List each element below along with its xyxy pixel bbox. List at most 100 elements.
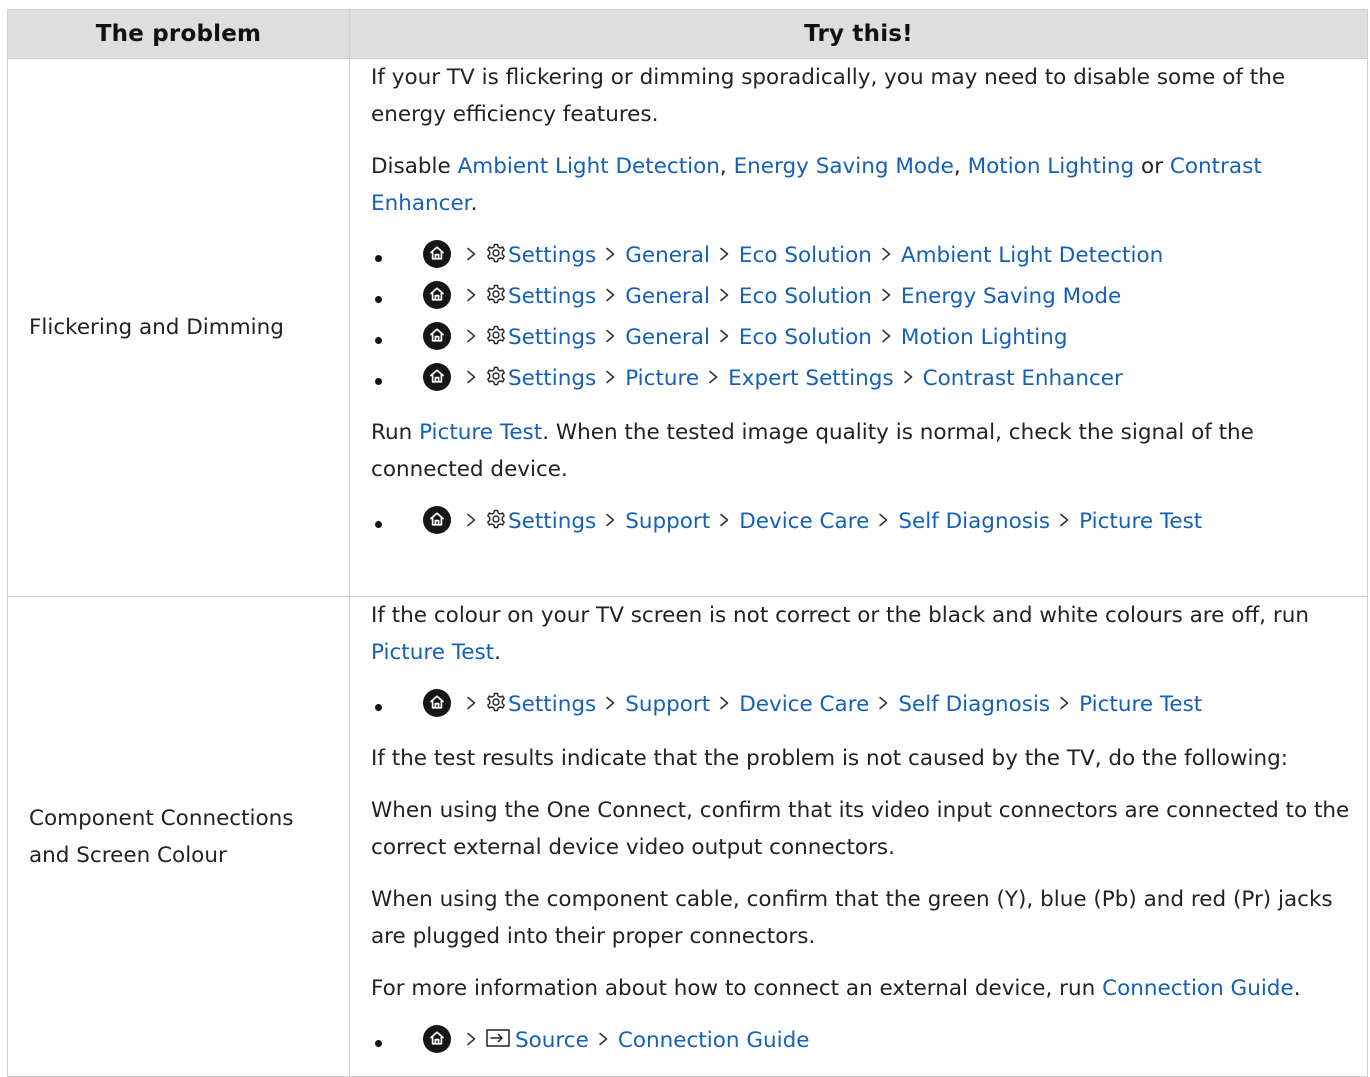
results-text: If the test results indicate that the pr… bbox=[371, 746, 1289, 771]
chevron-right-icon bbox=[881, 288, 892, 302]
solution-cell: If the colour on your TV screen is not c… bbox=[349, 596, 1368, 1077]
path-step[interactable]: Settings bbox=[508, 325, 596, 350]
settings-path: Settings Support Device Care Self Diagnosis… bbox=[371, 686, 1353, 727]
settings-path-list: Settings General Eco Solution Ambient Light… bbox=[371, 237, 1353, 401]
chevron-right-icon bbox=[881, 247, 892, 261]
chevron-right-icon bbox=[605, 370, 616, 384]
link-picture-test[interactable]: Picture Test bbox=[371, 640, 494, 665]
path-step[interactable]: Eco Solution bbox=[739, 243, 872, 268]
link-energy-saving-mode[interactable]: Energy Saving Mode bbox=[734, 154, 954, 179]
more-info-text: For more information about how to connec… bbox=[371, 976, 1301, 1001]
path-step[interactable]: Settings bbox=[508, 692, 596, 717]
run-picture-test-text: Run Picture Test. When the tested image … bbox=[371, 420, 1254, 482]
path-step[interactable]: Energy Saving Mode bbox=[901, 284, 1121, 309]
settings-path-list: Settings Support Device Care Self Diagnosis… bbox=[371, 686, 1353, 727]
path-step[interactable]: Source bbox=[515, 1028, 589, 1053]
component-cable-text: When using the component cable, confirm … bbox=[371, 887, 1333, 949]
gear-icon bbox=[486, 243, 506, 263]
link-motion-lighting[interactable]: Motion Lighting bbox=[968, 154, 1135, 179]
chevron-right-icon bbox=[1059, 696, 1070, 710]
chevron-right-icon bbox=[719, 696, 730, 710]
chevron-right-icon bbox=[719, 513, 730, 527]
path-step[interactable]: Device Care bbox=[739, 692, 869, 717]
home-icon bbox=[423, 322, 451, 350]
path-step[interactable]: General bbox=[625, 325, 710, 350]
path-step[interactable]: Settings bbox=[508, 284, 596, 309]
path-step[interactable]: Motion Lighting bbox=[901, 325, 1068, 350]
path-step[interactable]: Ambient Light Detection bbox=[901, 243, 1163, 268]
path-step[interactable]: Contrast Enhancer bbox=[923, 366, 1123, 391]
path-step[interactable]: Expert Settings bbox=[728, 366, 893, 391]
colour-text: If the colour on your TV screen is not c… bbox=[371, 603, 1309, 665]
path-step[interactable]: Settings bbox=[508, 243, 596, 268]
intro-text: If your TV is flickering or dimming spor… bbox=[371, 65, 1286, 127]
home-icon bbox=[423, 1025, 451, 1053]
gear-icon bbox=[486, 366, 506, 386]
path-step[interactable]: Eco Solution bbox=[739, 325, 872, 350]
chevron-right-icon bbox=[719, 329, 730, 343]
path-step[interactable]: General bbox=[625, 284, 710, 309]
chevron-right-icon bbox=[466, 513, 477, 527]
settings-path: Settings General Eco Solution Ambient Light… bbox=[371, 237, 1353, 278]
path-step[interactable]: Eco Solution bbox=[739, 284, 872, 309]
chevron-right-icon bbox=[881, 329, 892, 343]
chevron-right-icon bbox=[719, 288, 730, 302]
chevron-right-icon bbox=[598, 1032, 609, 1046]
path-step[interactable]: General bbox=[625, 243, 710, 268]
solution-cell: If your TV is flickering or dimming spor… bbox=[349, 58, 1368, 597]
link-ambient-light-detection[interactable]: Ambient Light Detection bbox=[458, 154, 720, 179]
settings-path: Settings General Eco Solution Motion Lighti… bbox=[371, 319, 1353, 360]
home-icon bbox=[423, 689, 451, 717]
chevron-right-icon bbox=[466, 1032, 477, 1046]
chevron-right-icon bbox=[1059, 513, 1070, 527]
path-step[interactable]: Self Diagnosis bbox=[898, 509, 1050, 534]
chevron-right-icon bbox=[605, 288, 616, 302]
link-picture-test[interactable]: Picture Test bbox=[419, 420, 542, 445]
table-row: Flickering and Dimming If your TV is fli… bbox=[7, 58, 1368, 597]
chevron-right-icon bbox=[605, 513, 616, 527]
path-step[interactable]: Picture Test bbox=[1079, 692, 1202, 717]
home-icon bbox=[423, 281, 451, 309]
settings-path: Settings General Eco Solution Energy Saving… bbox=[371, 278, 1353, 319]
table-row: Component Connections and Screen Colour … bbox=[7, 596, 1368, 1077]
source-path: Source Connection Guide bbox=[371, 1022, 1353, 1063]
disable-text: Disable Ambient Light Detection, Energy … bbox=[371, 154, 1262, 216]
path-step[interactable]: Picture bbox=[625, 366, 699, 391]
path-step[interactable]: Connection Guide bbox=[618, 1028, 810, 1053]
table-header-row: The problem Try this! bbox=[7, 9, 1368, 59]
path-step[interactable]: Self Diagnosis bbox=[898, 692, 1050, 717]
chevron-right-icon bbox=[708, 370, 719, 384]
home-icon bbox=[423, 506, 451, 534]
path-step[interactable]: Settings bbox=[508, 366, 596, 391]
one-connect-text: When using the One Connect, confirm that… bbox=[371, 798, 1350, 860]
settings-path: Settings Support Device Care Self Diagnosis… bbox=[371, 503, 1353, 544]
chevron-right-icon bbox=[605, 696, 616, 710]
source-icon bbox=[486, 1028, 510, 1048]
path-step[interactable]: Settings bbox=[508, 509, 596, 534]
chevron-right-icon bbox=[605, 247, 616, 261]
chevron-right-icon bbox=[466, 247, 477, 261]
gear-icon bbox=[486, 325, 506, 345]
home-icon bbox=[423, 363, 451, 391]
path-step[interactable]: Support bbox=[625, 692, 710, 717]
home-icon bbox=[423, 240, 451, 268]
chevron-right-icon bbox=[903, 370, 914, 384]
settings-path: Settings Picture Expert Settings Contrast E… bbox=[371, 360, 1353, 401]
header-try-this: Try this! bbox=[349, 9, 1368, 59]
chevron-right-icon bbox=[878, 696, 889, 710]
path-step[interactable]: Support bbox=[625, 509, 710, 534]
settings-path-list: Settings Support Device Care Self Diagnosis… bbox=[371, 503, 1353, 544]
chevron-right-icon bbox=[466, 329, 477, 343]
chevron-right-icon bbox=[466, 288, 477, 302]
link-connection-guide[interactable]: Connection Guide bbox=[1102, 976, 1294, 1001]
chevron-right-icon bbox=[466, 370, 477, 384]
chevron-right-icon bbox=[466, 696, 477, 710]
gear-icon bbox=[486, 284, 506, 304]
troubleshooting-table: The problem Try this! Flickering and Dim… bbox=[7, 9, 1368, 1077]
path-step[interactable]: Device Care bbox=[739, 509, 869, 534]
source-path-list: Source Connection Guide bbox=[371, 1022, 1353, 1063]
path-step[interactable]: Picture Test bbox=[1079, 509, 1202, 534]
gear-icon bbox=[486, 509, 506, 529]
chevron-right-icon bbox=[719, 247, 730, 261]
gear-icon bbox=[486, 692, 506, 712]
